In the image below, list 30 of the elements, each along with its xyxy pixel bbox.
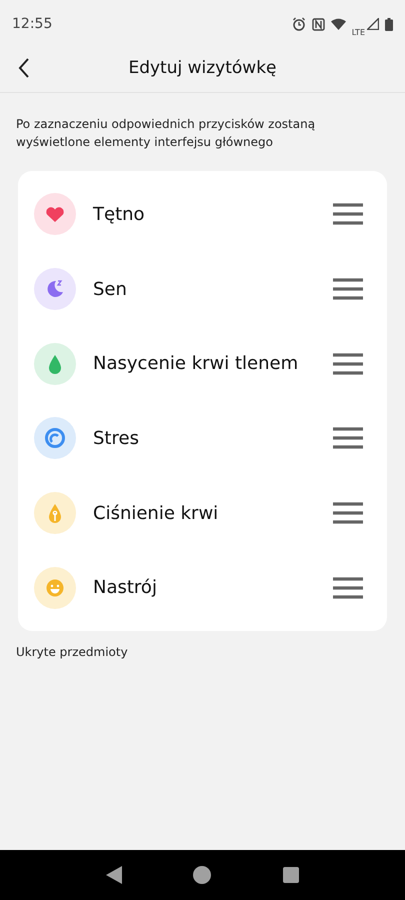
drag-handle-icon[interactable] bbox=[333, 278, 363, 300]
drag-handle-icon[interactable] bbox=[333, 427, 363, 450]
drag-handle-icon[interactable] bbox=[333, 203, 363, 226]
home-nav-icon[interactable] bbox=[193, 866, 212, 884]
item-label: Nasycenie krwi tlenem bbox=[93, 353, 300, 374]
signal-icon bbox=[367, 18, 379, 30]
back-nav-icon[interactable] bbox=[106, 866, 122, 884]
item-label: Sen bbox=[93, 278, 128, 300]
moon-icon bbox=[34, 268, 76, 310]
item-label: Ciśnienie krwi bbox=[93, 502, 220, 524]
drag-handle-icon[interactable] bbox=[333, 502, 363, 524]
item-label: Stres bbox=[93, 428, 140, 449]
item-label: Tętno bbox=[93, 204, 146, 225]
smiley-icon bbox=[34, 566, 76, 609]
section-heading: Ukryte przedmioty bbox=[16, 645, 129, 660]
alarm-icon bbox=[292, 17, 306, 31]
gauge-icon bbox=[34, 417, 76, 460]
drag-handle-icon[interactable] bbox=[333, 576, 363, 599]
battery-icon bbox=[385, 18, 393, 30]
wifi-icon bbox=[330, 18, 346, 30]
drag-handle-icon[interactable] bbox=[333, 352, 363, 375]
network-type: LTE bbox=[352, 28, 365, 36]
item-label: Nastrój bbox=[93, 577, 158, 598]
description-text: Po zaznaczeniu odpowiednich przycisków zostaną wyświetlone elementy interfejsu głównego bbox=[16, 116, 316, 151]
drop-icon bbox=[34, 492, 76, 534]
drop-icon bbox=[34, 342, 76, 385]
nfc-icon bbox=[312, 18, 325, 30]
page-title: Edytuj wizytówkę bbox=[128, 58, 277, 78]
recents-nav-icon[interactable] bbox=[283, 867, 300, 883]
status-time: 12:55 bbox=[12, 16, 52, 32]
